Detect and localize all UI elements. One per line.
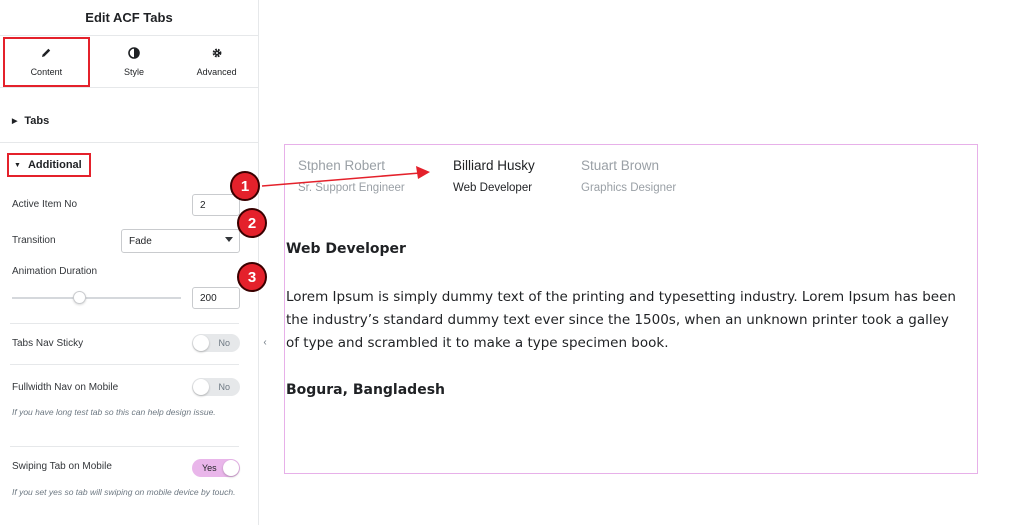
toggle-knob xyxy=(193,379,209,395)
edit-panel: Edit ACF Tabs Content Style Advanced ▶ T… xyxy=(0,0,259,525)
callout-badge-2: 2 xyxy=(237,208,267,238)
panel-title: Edit ACF Tabs xyxy=(0,0,258,36)
control-divider xyxy=(10,364,239,365)
transition-label: Transition xyxy=(12,235,56,246)
fullwidth-nav-toggle[interactable]: No xyxy=(192,378,240,396)
editor-screen: Edit ACF Tabs Content Style Advanced ▶ T… xyxy=(0,0,1024,525)
animation-duration-input[interactable]: 200 xyxy=(192,287,240,309)
animation-duration-value: 200 xyxy=(200,292,217,304)
fullwidth-nav-help: If you have long test tab so this can he… xyxy=(12,407,216,417)
preview-tab-name-1[interactable]: Stphen Robert xyxy=(298,158,385,173)
active-item-label: Active Item No xyxy=(12,199,78,210)
preview-tab-name-3[interactable]: Stuart Brown xyxy=(581,158,659,173)
control-divider xyxy=(10,446,239,447)
caret-down-icon: ▼ xyxy=(14,161,21,169)
preview-tab-role-2: Web Developer xyxy=(453,182,533,194)
control-divider xyxy=(10,323,239,324)
tab-content[interactable]: Content xyxy=(3,37,90,87)
active-item-value: 2 xyxy=(200,199,206,211)
callout-badge-1: 1 xyxy=(230,171,260,201)
panel-tab-bar: Content Style Advanced xyxy=(0,36,258,88)
tabs-nav-sticky-toggle[interactable]: No xyxy=(192,334,240,352)
chevron-down-icon xyxy=(225,237,233,242)
swiping-tab-state: Yes xyxy=(202,463,217,473)
animation-duration-slider-handle[interactable] xyxy=(73,291,87,304)
fullwidth-nav-label: Fullwidth Nav on Mobile xyxy=(12,382,119,393)
section-tabs-label: Tabs xyxy=(24,115,50,127)
gear-icon xyxy=(211,47,223,61)
preview-tab-role-3: Graphics Designer xyxy=(581,182,677,194)
transition-value: Fade xyxy=(129,235,152,247)
tabs-nav-sticky-state: No xyxy=(218,338,230,348)
tab-style-label: Style xyxy=(124,66,145,77)
preview-tab-name-2[interactable]: Billiard Husky xyxy=(453,158,535,173)
toggle-knob xyxy=(223,460,239,476)
section-additional-label: Additional xyxy=(27,159,82,171)
caret-right-icon: ▶ xyxy=(12,118,18,125)
half-circle-icon xyxy=(128,46,140,61)
preview-tab-role-1: Sr. Support Engineer xyxy=(298,182,405,194)
tab-content-label: Content xyxy=(30,67,63,77)
swiping-tab-toggle[interactable]: Yes xyxy=(192,459,240,477)
callout-badge-3: 3 xyxy=(237,262,267,292)
section-additional-header[interactable]: ▼ Additional xyxy=(7,153,91,177)
swiping-tab-help: If you set yes so tab will swiping on mo… xyxy=(12,487,236,497)
collapse-panel-icon[interactable]: ‹ xyxy=(259,332,271,352)
section-divider xyxy=(0,142,259,143)
fullwidth-nav-state: No xyxy=(218,382,230,392)
tab-content-location: Bogura, Bangladesh xyxy=(286,382,445,398)
animation-duration-label: Animation Duration xyxy=(12,266,98,277)
active-item-input[interactable]: 2 xyxy=(192,194,240,216)
tab-style[interactable]: Style xyxy=(93,36,176,87)
tab-content-title: Web Developer xyxy=(286,241,406,257)
swiping-tab-label: Swiping Tab on Mobile xyxy=(12,461,112,472)
animation-duration-slider-track[interactable] xyxy=(12,297,181,299)
acf-tabs-preview: Stphen Robert Sr. Support Engineer Billi… xyxy=(284,144,978,474)
pencil-icon xyxy=(40,47,52,61)
tab-advanced-label: Advanced xyxy=(196,66,237,77)
tab-advanced[interactable]: Advanced xyxy=(175,36,258,87)
transition-select[interactable]: Fade xyxy=(121,229,240,253)
tab-content-body: Lorem Ipsum is simply dummy text of the … xyxy=(286,289,956,351)
toggle-knob xyxy=(193,335,209,351)
tabs-nav-sticky-label: Tabs Nav Sticky xyxy=(12,338,84,349)
section-tabs-header[interactable]: ▶ Tabs xyxy=(12,115,271,127)
